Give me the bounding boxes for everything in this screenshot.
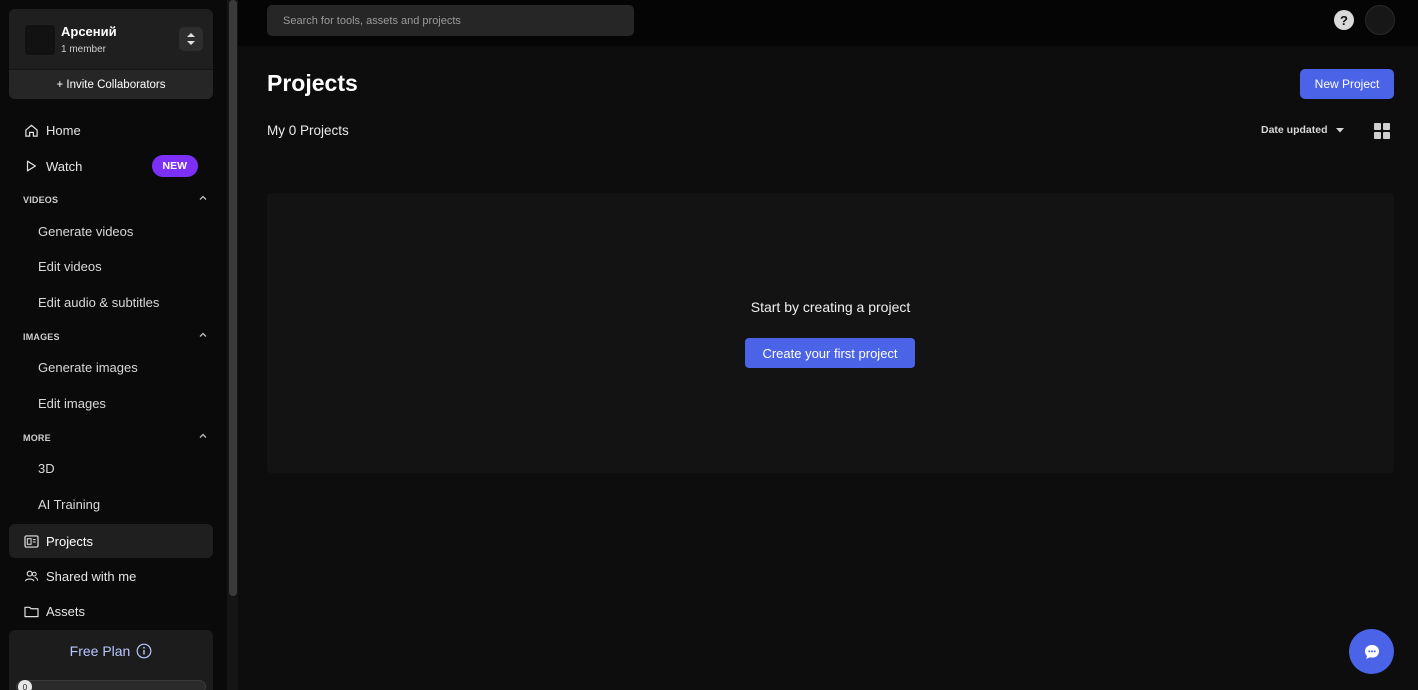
sort-label: Date updated	[1261, 124, 1328, 136]
section-more-toggle[interactable]: MORE	[23, 433, 213, 443]
new-badge: NEW	[151, 155, 198, 177]
section-videos-toggle[interactable]: VIDEOS	[23, 195, 213, 205]
sort-arrows-icon	[187, 33, 195, 45]
workspace-name: Арсений	[61, 24, 117, 39]
folder-icon	[23, 603, 39, 619]
section-images-toggle[interactable]: IMAGES	[23, 332, 213, 342]
sidebar-item-label: Shared with me	[46, 568, 137, 584]
section-title: MORE	[23, 433, 51, 443]
projects-count: My 0 Projects	[267, 123, 349, 138]
sidebar-item-ai-training[interactable]: AI Training	[38, 497, 100, 512]
workspace-card: Арсений 1 member + Invite Collaborators	[9, 9, 213, 99]
sidebar-item-label: Assets	[46, 603, 86, 619]
caret-down-icon	[1335, 127, 1344, 132]
plan-label: Free Plan	[69, 643, 131, 659]
page-title: Projects	[267, 70, 358, 96]
chevron-up-icon	[199, 332, 207, 337]
projects-icon	[23, 533, 39, 549]
users-icon	[23, 568, 39, 584]
sidebar-item-label: Projects	[46, 533, 93, 549]
workspace-switch-button[interactable]	[179, 27, 203, 51]
sidebar-item-assets[interactable]: Assets	[9, 594, 213, 628]
sidebar-item-label: Home	[46, 122, 81, 138]
invite-collaborators-button[interactable]: + Invite Collaborators	[9, 69, 213, 99]
new-project-button[interactable]: New Project	[1300, 69, 1394, 99]
sidebar-item-label: Watch	[46, 158, 83, 174]
search-input[interactable]	[267, 5, 634, 36]
sidebar-scrollbar-thumb[interactable]	[229, 0, 237, 596]
sidebar-item-generate-videos[interactable]: Generate videos	[38, 224, 133, 239]
sidebar-item-watch[interactable]: Watch NEW	[9, 149, 213, 183]
sidebar: Арсений 1 member + Invite Collaborators …	[0, 0, 227, 690]
help-icon[interactable]: ?	[1334, 10, 1354, 30]
chevron-up-icon	[199, 195, 207, 200]
section-title: VIDEOS	[23, 195, 59, 205]
home-icon	[23, 122, 39, 138]
chat-icon	[1364, 644, 1379, 659]
sidebar-item-edit-audio-subtitles[interactable]: Edit audio & subtitles	[38, 295, 159, 310]
sidebar-item-edit-images[interactable]: Edit images	[38, 396, 106, 411]
play-icon	[23, 158, 39, 174]
chat-button[interactable]	[1349, 629, 1394, 674]
plan-usage-value: 0	[18, 680, 32, 690]
empty-state-text: Start by creating a project	[750, 299, 911, 315]
section-title: IMAGES	[23, 332, 60, 342]
create-first-project-button[interactable]: Create your first project	[745, 338, 915, 368]
plan-usage-bar	[16, 680, 206, 690]
sidebar-item-edit-videos[interactable]: Edit videos	[38, 259, 102, 274]
grid-view-icon[interactable]	[1374, 123, 1390, 139]
sidebar-item-shared[interactable]: Shared with me	[9, 559, 213, 593]
empty-state-panel: Start by creating a project Create your …	[267, 193, 1394, 473]
top-bar: ?	[238, 0, 1418, 46]
workspace-avatar	[25, 25, 55, 55]
plan-row: Free Plan	[9, 630, 213, 672]
sidebar-item-home[interactable]: Home	[9, 113, 213, 147]
plan-card[interactable]: Free Plan 0	[9, 630, 213, 690]
info-icon[interactable]	[136, 643, 152, 659]
chevron-up-icon	[199, 433, 207, 438]
sort-dropdown[interactable]: Date updated	[1261, 124, 1344, 136]
workspace-switcher[interactable]: Арсений 1 member	[9, 9, 213, 69]
avatar[interactable]	[1365, 5, 1395, 35]
app-root: Арсений 1 member + Invite Collaborators …	[0, 0, 1418, 690]
sidebar-item-3d[interactable]: 3D	[38, 461, 55, 476]
sidebar-item-projects[interactable]: Projects	[9, 524, 213, 558]
sidebar-item-generate-images[interactable]: Generate images	[38, 360, 138, 375]
workspace-members: 1 member	[61, 44, 107, 55]
